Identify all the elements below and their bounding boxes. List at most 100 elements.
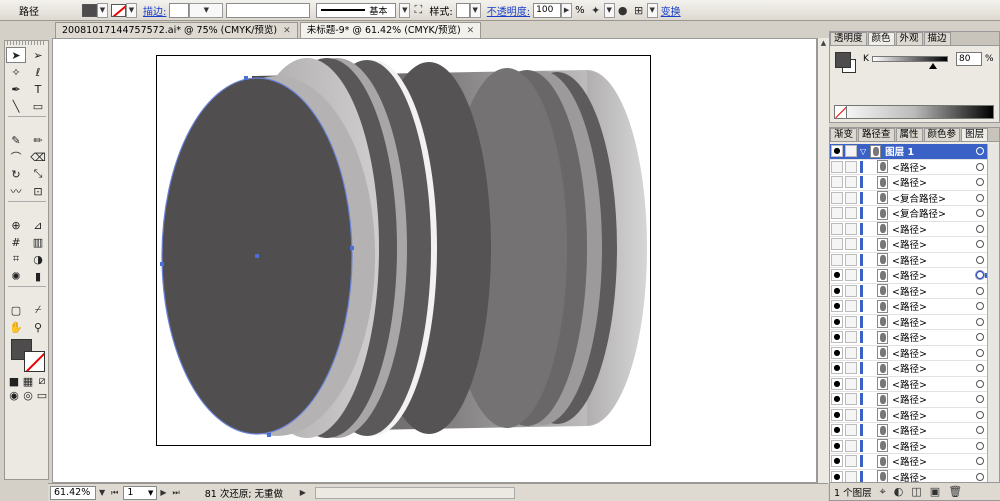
lock-toggle[interactable]: [845, 145, 857, 158]
lock-toggle[interactable]: [845, 176, 857, 189]
pen-tool-icon[interactable]: ✒: [6, 81, 26, 97]
visibility-eye-icon[interactable]: [831, 253, 843, 266]
visibility-eye-icon[interactable]: [831, 160, 843, 173]
document-tab-2[interactable]: 未标题-9* @ 61.42% (CMYK/预览) ✕: [299, 22, 482, 38]
gradient-tool-icon[interactable]: ▥: [28, 234, 48, 250]
shape-builder-tool-icon[interactable]: ⊕: [6, 217, 26, 233]
layer-item-row[interactable]: ● <路径>: [830, 439, 987, 454]
stroke-link[interactable]: 描边:: [140, 3, 169, 18]
visibility-eye-icon[interactable]: [831, 176, 843, 189]
layer-item-row[interactable]: ● <路径>: [830, 377, 987, 392]
draw-behind-icon[interactable]: ◎: [22, 389, 34, 402]
zoom-tool-icon[interactable]: ⚲: [28, 319, 48, 335]
paintbrush-tool-icon[interactable]: ✎: [6, 132, 26, 148]
layer-name[interactable]: 图层 1: [885, 144, 914, 158]
magic-wand-tool-icon[interactable]: ✧: [6, 64, 26, 80]
tab-stroke[interactable]: 描边: [923, 32, 951, 45]
visibility-eye-icon[interactable]: ●: [831, 455, 843, 468]
visibility-eye-icon[interactable]: ●: [831, 346, 843, 359]
visibility-eye-icon[interactable]: ●: [831, 377, 843, 390]
layer-item-row[interactable]: <路径>: [830, 237, 987, 253]
layer-item-label[interactable]: <路径>: [892, 268, 927, 282]
lock-toggle[interactable]: [845, 238, 857, 251]
layer-item-row[interactable]: ● <路径>: [830, 361, 987, 377]
layer-item-row[interactable]: <路径>: [830, 175, 987, 191]
layer-item-label[interactable]: <复合路径>: [892, 206, 946, 220]
lock-toggle[interactable]: [845, 191, 857, 204]
artboard[interactable]: [156, 55, 651, 446]
document-tab-1[interactable]: 20081017144757572.ai* @ 75% (CMYK/预览) ✕: [55, 22, 298, 38]
scroll-up-icon[interactable]: ▲: [818, 39, 829, 47]
document-canvas[interactable]: [52, 38, 817, 483]
layer-item-label[interactable]: <路径>: [892, 361, 927, 375]
target-icon[interactable]: [976, 286, 984, 295]
none-color-icon[interactable]: [835, 106, 847, 118]
layer-item-row[interactable]: ● <路径>: [830, 470, 987, 482]
layer-item-row[interactable]: <路径>: [830, 160, 987, 175]
tab-pathfinder[interactable]: 路径查: [858, 128, 895, 141]
anchor-point[interactable]: [244, 76, 248, 80]
opacity-dropdown[interactable]: ▶: [561, 2, 573, 18]
scale-tool-icon[interactable]: ⤡: [28, 166, 48, 182]
zoom-dropdown-icon[interactable]: ▼: [96, 488, 108, 497]
visibility-eye-icon[interactable]: ●: [831, 300, 843, 313]
visibility-eye-icon[interactable]: ●: [831, 408, 843, 421]
artboard-tool-icon[interactable]: ▢: [6, 302, 26, 318]
blob-brush-tool-icon[interactable]: ⌒: [6, 149, 26, 165]
lock-toggle[interactable]: [845, 455, 857, 468]
canvas-vertical-scrollbar[interactable]: ▲: [817, 38, 829, 483]
last-artboard-icon[interactable]: ⏭: [170, 488, 183, 498]
lock-toggle[interactable]: [845, 439, 857, 452]
target-icon[interactable]: [976, 364, 984, 373]
target-icon[interactable]: [976, 426, 984, 435]
layer-item-row[interactable]: ● <路径>: [830, 315, 987, 330]
visibility-eye-icon[interactable]: ●: [831, 470, 843, 482]
perspective-grid-tool-icon[interactable]: ⊿: [28, 217, 48, 233]
draw-normal-icon[interactable]: ◉: [8, 389, 20, 402]
visibility-eye-icon[interactable]: ●: [831, 284, 843, 297]
layer-item-label[interactable]: <路径>: [892, 284, 927, 298]
layer-item-label[interactable]: <路径>: [892, 439, 927, 453]
next-artboard-icon[interactable]: ▶: [157, 488, 169, 497]
stroke-color-swatch[interactable]: [111, 3, 126, 17]
layer-item-label[interactable]: <路径>: [892, 346, 927, 360]
document-setup-dropdown[interactable]: ▼: [603, 2, 615, 18]
tab-color[interactable]: 颜色: [867, 32, 895, 45]
target-icon[interactable]: [976, 240, 984, 249]
anchor-point[interactable]: [160, 262, 164, 266]
fill-dropdown-arrow[interactable]: ▼: [97, 2, 108, 18]
layer-item-label[interactable]: <路径>: [892, 299, 927, 313]
lock-toggle[interactable]: [845, 424, 857, 437]
gradient-mode-icon[interactable]: ▦: [22, 375, 34, 388]
lock-toggle[interactable]: [845, 362, 857, 375]
color-mode-icon[interactable]: ■: [8, 375, 20, 388]
center-point[interactable]: [255, 254, 259, 258]
stroke-swatch[interactable]: [24, 351, 45, 372]
visibility-eye-icon[interactable]: ●: [831, 145, 843, 158]
layer-item-row[interactable]: ● <路径>: [830, 454, 987, 470]
close-icon[interactable]: ✕: [283, 24, 291, 38]
selection-tool-icon[interactable]: ➤: [6, 47, 26, 63]
new-sublayer-icon[interactable]: ◫: [911, 485, 921, 498]
target-icon[interactable]: [976, 302, 984, 311]
target-icon[interactable]: [976, 193, 984, 202]
zoom-field[interactable]: 61.42%: [50, 485, 96, 500]
layer-item-label[interactable]: <复合路径>: [892, 191, 946, 205]
lock-toggle[interactable]: [845, 393, 857, 406]
direct-selection-tool-icon[interactable]: ➢: [28, 47, 48, 63]
visibility-eye-icon[interactable]: [831, 191, 843, 204]
recolor-icon[interactable]: ⛶: [410, 2, 426, 18]
layer-item-label[interactable]: <路径>: [892, 237, 927, 251]
visibility-eye-icon[interactable]: [831, 222, 843, 235]
layer-item-row[interactable]: ● <路径>: [830, 268, 987, 284]
stroke-weight-field[interactable]: [169, 2, 190, 18]
column-graph-tool-icon[interactable]: ▮: [28, 268, 48, 284]
preferences-icon[interactable]: ●: [615, 2, 631, 18]
lock-toggle[interactable]: [845, 207, 857, 220]
visibility-eye-icon[interactable]: ●: [831, 315, 843, 328]
lock-toggle[interactable]: [845, 377, 857, 390]
layer-target-icon[interactable]: [976, 147, 984, 156]
fill-stroke-indicator[interactable]: [7, 339, 47, 373]
target-icon[interactable]: [976, 178, 984, 187]
visibility-eye-icon[interactable]: ●: [831, 362, 843, 375]
